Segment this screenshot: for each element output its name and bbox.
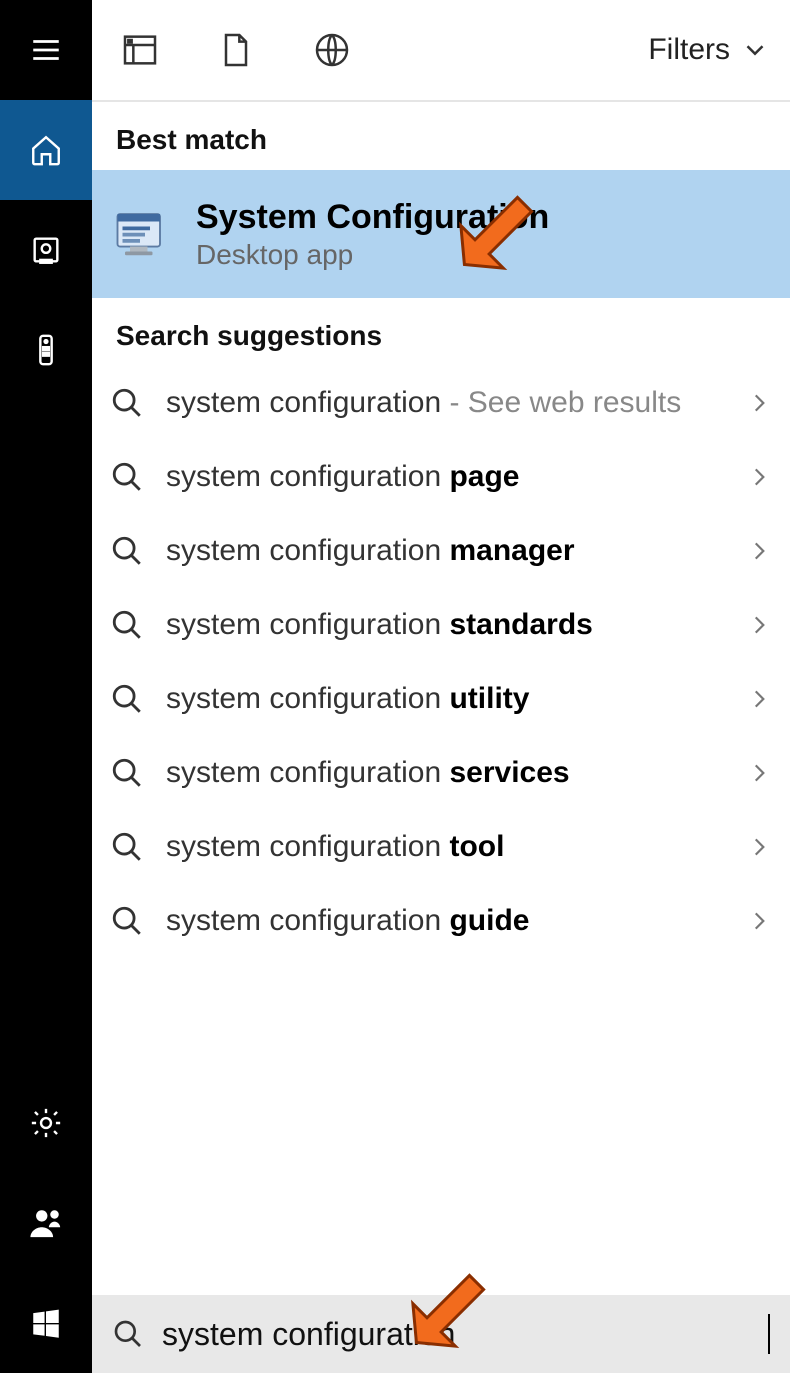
suggestion-text: system configuration utility [166,682,734,716]
best-match-header: Best match [92,102,790,170]
start-menu-sidebar [0,0,92,1373]
suggestion-item[interactable]: system configuration manager [92,514,790,588]
suggestion-item[interactable]: system configuration page [92,440,790,514]
chevron-right-icon [746,538,772,564]
search-icon [110,682,144,716]
remote-icon[interactable] [0,300,92,400]
suggestion-item[interactable]: system configuration standards [92,588,790,662]
chevron-right-icon [746,834,772,860]
search-icon [112,1318,144,1350]
best-match-result[interactable]: System Configuration Desktop app [92,170,790,298]
search-icon [110,460,144,494]
best-match-subtitle: Desktop app [196,239,549,271]
chevron-right-icon [746,390,772,416]
user-icon[interactable] [0,1173,92,1273]
search-icon [110,386,144,420]
search-bar[interactable]: system configuration [92,1295,790,1373]
system-configuration-icon [110,204,170,264]
search-icon [110,534,144,568]
search-results-panel: Filters Best match System Configuration … [92,0,790,1295]
suggestion-text: system configuration manager [166,534,734,568]
suggestion-item[interactable]: system configuration services [92,736,790,810]
search-icon [110,756,144,790]
home-icon[interactable] [0,100,92,200]
windows-start-icon[interactable] [0,1273,92,1373]
search-icon [110,608,144,642]
chevron-right-icon [746,908,772,934]
chevron-down-icon [740,35,770,65]
suggestion-text: system configuration guide [166,904,734,938]
chevron-right-icon [746,760,772,786]
suggestion-item[interactable]: system configuration utility [92,662,790,736]
camera-icon[interactable] [0,200,92,300]
suggestions-header: Search suggestions [92,298,790,366]
suggestion-item[interactable]: system configuration guide [92,884,790,958]
document-icon[interactable] [208,22,264,78]
suggestion-item[interactable]: system configuration - See web results [92,366,790,440]
search-input[interactable]: system configuration [162,1316,766,1353]
search-icon [110,830,144,864]
text-cursor [768,1314,770,1354]
suggestion-text: system configuration standards [166,608,734,642]
best-match-title: System Configuration [196,198,549,237]
chevron-right-icon [746,612,772,638]
filters-button[interactable]: Filters [648,33,770,67]
filters-label: Filters [648,33,730,67]
suggestion-item[interactable]: system configuration tool [92,810,790,884]
gear-icon[interactable] [0,1073,92,1173]
chevron-right-icon [746,464,772,490]
suggestion-text: system configuration services [166,756,734,790]
suggestion-text: system configuration tool [166,830,734,864]
suggestion-text: system configuration page [166,460,734,494]
suggestion-text: system configuration - See web results [166,386,734,420]
chevron-right-icon [746,686,772,712]
apps-icon[interactable] [112,22,168,78]
globe-icon[interactable] [304,22,360,78]
search-icon [110,904,144,938]
menu-icon[interactable] [0,0,92,100]
topbar: Filters [92,0,790,102]
suggestions-list: system configuration - See web results sy… [92,366,790,958]
